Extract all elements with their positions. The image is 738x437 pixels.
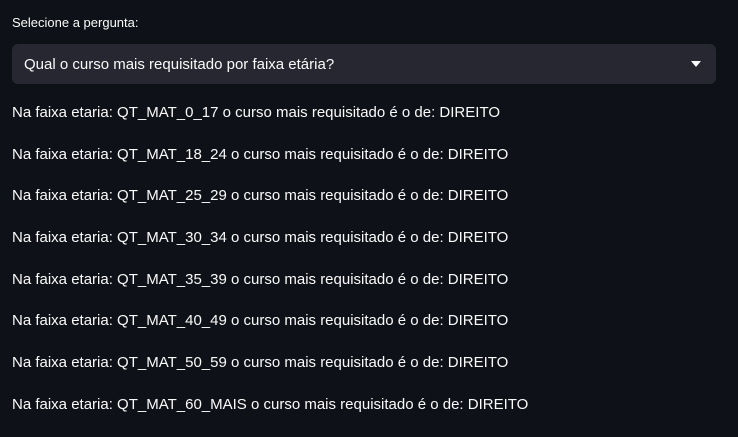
result-line: Na faixa etaria: QT_MAT_50_59 o curso ma… [12,354,509,372]
question-select-label: Selecione a pergunta: [12,15,139,30]
result-line: Na faixa etaria: QT_MAT_40_49 o curso ma… [12,312,509,330]
app-container: Selecione a pergunta: Qual o curso mais … [0,0,738,437]
result-line: Na faixa etaria: QT_MAT_25_29 o curso ma… [12,187,509,205]
result-line: Na faixa etaria: QT_MAT_60_MAIS o curso … [12,395,529,413]
question-select[interactable]: Qual o curso mais requisitado por faixa … [12,44,716,84]
result-line: Na faixa etaria: QT_MAT_0_17 o curso mai… [12,104,500,121]
chevron-down-icon[interactable] [691,61,701,67]
question-select-value: Qual o curso mais requisitado por faixa … [24,55,335,73]
results-list: Na faixa etaria: QT_MAT_0_17 o curso mai… [12,104,716,437]
result-line: Na faixa etaria: QT_MAT_30_34 o curso ma… [12,229,509,247]
result-line: Na faixa etaria: QT_MAT_18_24 o curso ma… [12,145,509,163]
result-line: Na faixa etaria: QT_MAT_35_39 o curso ma… [12,270,509,288]
